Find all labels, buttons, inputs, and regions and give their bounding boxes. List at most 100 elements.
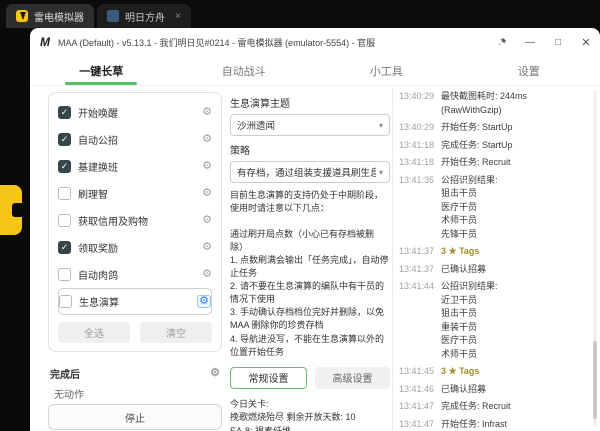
log-entry: 13:41:37 3 ★ Tags — [399, 245, 587, 259]
strategy-select[interactable]: 有存档，通过组装支援道具刷生息 — [230, 161, 390, 183]
log-entry: 13:41:37 已确认招募 — [399, 263, 587, 277]
log-message: 开始任务: Infrast — [441, 418, 587, 431]
pin-icon[interactable] — [488, 28, 516, 56]
gear-icon[interactable] — [202, 107, 212, 118]
task-row-award[interactable]: 领取奖励 — [58, 234, 212, 261]
log-message: 开始任务: Recruit — [441, 156, 587, 170]
checkbox[interactable] — [58, 160, 71, 173]
log-scrollbar-thumb[interactable] — [593, 341, 597, 419]
minimize-button[interactable]: — — [516, 28, 544, 56]
theme-label: 生息演算主题 — [230, 95, 390, 110]
window-title: MAA (Default) - v5.13.1 - 我们明日见#0214 - 雷… — [58, 36, 488, 49]
tab-farming[interactable]: 一键长草 — [30, 56, 173, 85]
log-message: 最快截图耗时: 244ms (RawWithGzip) — [441, 90, 587, 117]
task-row-wakeup[interactable]: 开始唤醒 — [58, 99, 212, 126]
theme-value: 沙洲遗闻 — [237, 118, 275, 132]
log-entry: 13:41:46 已确认招募 — [399, 383, 587, 397]
gear-icon[interactable] — [210, 368, 220, 379]
task-row-roguelike[interactable]: 自动肉鸽 — [58, 261, 212, 288]
reclamation-panel: 生息演算主题 沙洲遗闻 策略 有存档，通过组装支援道具刷生息 目前生息演算的支持… — [230, 92, 390, 431]
strategy-value: 有存档，通过组装支援道具刷生息 — [237, 165, 376, 179]
log-time: 13:41:45 — [399, 365, 441, 379]
task-label: 刷理智 — [78, 186, 195, 201]
theme-select[interactable]: 沙洲遗闻 — [230, 114, 390, 136]
emulator-tab-label: 雷电模拟器 — [34, 9, 84, 24]
tab-advanced-settings[interactable]: 高级设置 — [315, 367, 390, 389]
log-entry: 13:41:35 公招识别结果: 狙击干员 医疗干员 术师干员 先锋干员 — [399, 174, 587, 242]
tab-general-settings[interactable]: 常规设置 — [230, 367, 307, 389]
clear-button[interactable]: 清空 — [140, 322, 212, 343]
task-buttons: 全选 清空 — [58, 322, 212, 343]
task-row-reclamation[interactable]: 生息演算 — [58, 288, 212, 315]
maximize-button[interactable]: □ — [544, 28, 572, 56]
task-row-infrast[interactable]: 基建换班 — [58, 153, 212, 180]
stage-info: 今日关卡: 挽歌燃烧殆尽 剩余开放天数: 10 EA-8: 褐素纤维 EA-7:… — [230, 398, 390, 431]
task-row-recruit[interactable]: 自动公招 — [58, 126, 212, 153]
log-time: 13:41:35 — [399, 174, 441, 188]
log-time: 13:41:18 — [399, 139, 441, 153]
log-entry: 13:40:29 最快截图耗时: 244ms (RawWithGzip) — [399, 90, 587, 117]
gear-icon[interactable] — [202, 215, 212, 226]
task-label: 基建换班 — [78, 159, 195, 174]
log-message: 完成任务: Recruit — [441, 400, 587, 414]
task-row-fight[interactable]: 刷理智 — [58, 180, 212, 207]
checkbox[interactable] — [58, 241, 71, 254]
gear-icon[interactable] — [202, 134, 212, 145]
after-complete-select[interactable]: 无动作 — [54, 386, 84, 401]
checkbox[interactable] — [58, 133, 71, 146]
stop-button[interactable]: 停止 — [48, 404, 222, 430]
checkbox[interactable] — [59, 295, 72, 308]
log-message: 公招识别结果: 近卫干员 狙击干员 重装干员 医疗干员 术师干员 — [441, 280, 587, 361]
task-row-mall[interactable]: 获取信用及购物 — [58, 207, 212, 234]
log-time: 13:41:18 — [399, 156, 441, 170]
task-label: 领取奖励 — [78, 240, 195, 255]
maa-logo-icon: M — [40, 35, 50, 49]
ldplayer-icon — [16, 10, 28, 22]
close-icon[interactable]: × — [175, 11, 181, 22]
strategy-label: 策略 — [230, 142, 390, 157]
log-time: 13:41:37 — [399, 245, 441, 259]
after-complete-row: 完成后 — [48, 366, 222, 381]
gear-icon[interactable] — [202, 161, 212, 172]
tab-tools[interactable]: 小工具 — [315, 56, 458, 85]
emulator-tab-label: 明日方舟 — [125, 9, 165, 24]
log-time: 13:41:44 — [399, 280, 441, 294]
log-time: 13:41:47 — [399, 400, 441, 414]
task-label: 自动公招 — [78, 132, 195, 147]
log-entry: 13:41:47 开始任务: Infrast — [399, 418, 587, 431]
gear-icon[interactable] — [202, 188, 212, 199]
emulator-tab-arknights[interactable]: 明日方舟 × — [97, 4, 191, 28]
task-label: 自动肉鸽 — [78, 267, 195, 282]
tab-label: 一键长草 — [79, 63, 123, 79]
tab-copilot[interactable]: 自动战斗 — [173, 56, 316, 85]
gear-icon[interactable] — [197, 295, 211, 308]
chevron-down-icon — [379, 121, 383, 130]
log-entry: 13:41:18 开始任务: Recruit — [399, 156, 587, 170]
gear-icon[interactable] — [202, 242, 212, 253]
chevron-down-icon — [379, 168, 383, 177]
log-time: 13:41:37 — [399, 263, 441, 277]
log-entry: 13:41:47 完成任务: Recruit — [399, 400, 587, 414]
window-titlebar[interactable]: M MAA (Default) - v5.13.1 - 我们明日见#0214 -… — [30, 28, 600, 56]
settings-tabs: 常规设置 高级设置 — [230, 367, 390, 389]
tab-label: 设置 — [518, 63, 540, 79]
task-label: 开始唤醒 — [78, 105, 195, 120]
log-entry: 13:41:45 3 ★ Tags — [399, 365, 587, 379]
main-nav: 一键长草 自动战斗 小工具 设置 — [30, 56, 600, 86]
tab-settings[interactable]: 设置 — [458, 56, 600, 85]
panel-divider — [392, 88, 393, 431]
checkbox[interactable] — [58, 214, 71, 227]
log-scrollbar[interactable] — [593, 90, 597, 427]
select-all-button[interactable]: 全选 — [58, 322, 130, 343]
reclamation-notes: 目前生息演算的支持仍处于中期阶段，使用时请注意以下几点： 通过刷开局点数（小心已… — [230, 189, 390, 359]
close-button[interactable]: ✕ — [572, 28, 600, 56]
checkbox[interactable] — [58, 268, 71, 281]
emulator-tab-ldplayer[interactable]: 雷电模拟器 — [6, 4, 94, 28]
gear-icon[interactable] — [202, 269, 212, 280]
tab-label: 小工具 — [370, 63, 403, 79]
checkbox[interactable] — [58, 187, 71, 200]
log-message: 3 ★ Tags — [441, 365, 587, 379]
log-message: 已确认招募 — [441, 263, 587, 277]
checkbox[interactable] — [58, 106, 71, 119]
log-message: 已确认招募 — [441, 383, 587, 397]
